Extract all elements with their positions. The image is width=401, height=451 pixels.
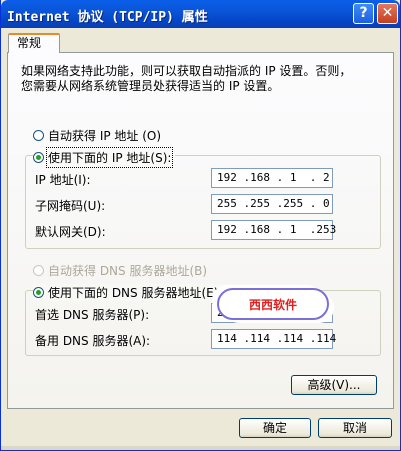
help-button[interactable]: ? bbox=[353, 3, 374, 24]
tab-general[interactable]: 常规 bbox=[8, 33, 60, 53]
manual-ip-radio-option[interactable]: 使用下面的 IP 地址(S): bbox=[33, 147, 176, 168]
auto-ip-radio[interactable] bbox=[33, 130, 44, 141]
manual-ip-label: 使用下面的 IP 地址(S): bbox=[45, 147, 174, 168]
manual-ip-radio[interactable] bbox=[33, 152, 44, 163]
cancel-button[interactable]: 取消 bbox=[318, 418, 392, 438]
manual-dns-radio[interactable] bbox=[33, 287, 44, 298]
advanced-button[interactable]: 高级(V)... bbox=[291, 375, 377, 395]
watermark-text: 西西软件 bbox=[248, 298, 297, 312]
manual-dns-label: 使用下面的 DNS 服务器地址(E): bbox=[48, 286, 223, 300]
auto-ip-label: 自动获得 IP 地址 (O) bbox=[48, 129, 162, 143]
auto-dns-radio-option: 自动获得 DNS 服务器地址(B) bbox=[33, 262, 207, 279]
alternate-dns-input[interactable]: 114 .114 .114 .114 bbox=[211, 329, 336, 349]
auto-ip-radio-option[interactable]: 自动获得 IP 地址 (O) bbox=[33, 127, 161, 144]
watermark-cloud: 西西软件 bbox=[217, 288, 329, 320]
ip-address-label: IP 地址(I): bbox=[35, 173, 91, 187]
window-title: Internet 协议 (TCP/IP) 属性 bbox=[7, 10, 208, 25]
auto-dns-radio bbox=[33, 265, 44, 276]
title-bar[interactable]: Internet 协议 (TCP/IP) 属性 ? ✕ bbox=[1, 0, 400, 28]
tcpip-properties-dialog: Internet 协议 (TCP/IP) 属性 ? ✕ 常规 如果网络支持此功能… bbox=[0, 0, 401, 451]
ok-button[interactable]: 确定 bbox=[239, 418, 311, 438]
default-gateway-label: 默认网关(D): bbox=[35, 225, 106, 239]
auto-dns-label: 自动获得 DNS 服务器地址(B) bbox=[48, 264, 208, 278]
ip-address-input[interactable]: 192 .168 . 1 . 2 bbox=[211, 168, 333, 188]
subnet-mask-label: 子网掩码(U): bbox=[35, 199, 106, 213]
default-gateway-input[interactable]: 192 .168 . 1 .253 bbox=[211, 220, 336, 240]
subnet-mask-input[interactable]: 255 .255 .255 . 0 bbox=[211, 194, 333, 214]
alternate-dns-label: 备用 DNS 服务器(A): bbox=[35, 334, 151, 348]
preferred-dns-label: 首选 DNS 服务器(P): bbox=[35, 308, 150, 322]
bottom-edge bbox=[1, 446, 400, 450]
description-text: 如果网络支持此功能，则可以获取自动指派的 IP 设置。否则， 您需要从网络系统管… bbox=[21, 64, 352, 93]
close-button[interactable]: ✕ bbox=[377, 3, 398, 24]
manual-dns-radio-option[interactable]: 使用下面的 DNS 服务器地址(E): bbox=[33, 284, 227, 301]
